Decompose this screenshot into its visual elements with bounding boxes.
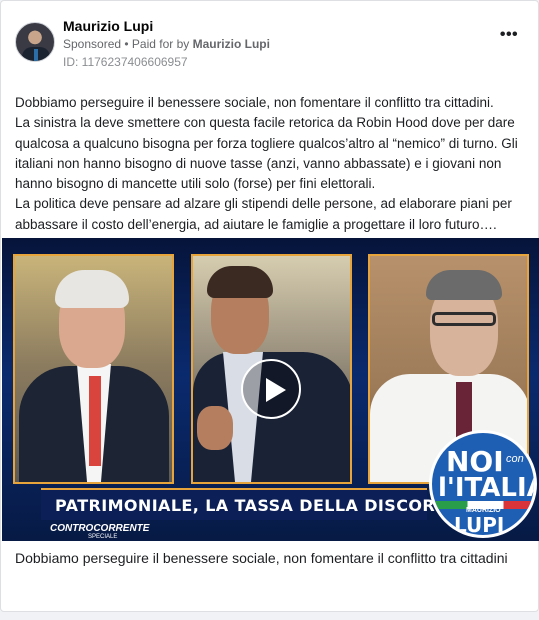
post-text-line: Dobbiamo perseguire il benessere sociale…: [15, 95, 494, 110]
post-text-line: La politica deve pensare ad alzare gli s…: [15, 196, 512, 232]
paid-for-prefix: Paid for by: [131, 37, 193, 51]
author-avatar[interactable]: [15, 22, 55, 62]
logo-lupi: LUPI: [454, 513, 505, 537]
figure-hair: [207, 266, 273, 298]
post-text-line: La sinistra la deve smettere con questa …: [15, 115, 518, 192]
figure-hand: [197, 406, 233, 450]
ad-post-card: Maurizio Lupi Sponsored • Paid for by Ma…: [0, 0, 539, 612]
show-name: CONTROCORRENTE: [50, 523, 150, 534]
post-text: Dobbiamo perseguire il benessere sociale…: [15, 93, 527, 235]
play-icon[interactable]: [241, 359, 301, 419]
video-caption[interactable]: Dobbiamo perseguire il benessere sociale…: [15, 549, 527, 568]
video-panel-guest-left: [13, 254, 174, 484]
author-name[interactable]: Maurizio Lupi: [63, 18, 153, 34]
figure-glasses: [432, 312, 496, 326]
video-banner: PATRIMONIALE, LA TASSA DELLA DISCORDIA: [41, 488, 467, 520]
party-logo: NOI con l'ITALIA MAURIZIO LUPI: [429, 430, 537, 538]
logo-italia: l'ITALIA: [438, 473, 537, 503]
meta-separator: •: [121, 37, 132, 51]
logo-con: con: [506, 453, 524, 465]
sponsored-meta: Sponsored • Paid for by Maurizio Lupi: [63, 37, 270, 51]
play-triangle: [266, 378, 286, 402]
figure-tie: [89, 376, 101, 466]
paid-for-name[interactable]: Maurizio Lupi: [193, 37, 270, 51]
more-horizontal-icon[interactable]: •••: [497, 27, 521, 44]
figure-hair: [426, 270, 502, 300]
sponsored-label: Sponsored: [63, 37, 122, 51]
video-banner-text: PATRIMONIALE, LA TASSA DELLA DISCORDIA: [55, 496, 468, 515]
video-player[interactable]: PATRIMONIALE, LA TASSA DELLA DISCORDIA C…: [2, 238, 539, 541]
post-header: Maurizio Lupi Sponsored • Paid for by Ma…: [15, 18, 525, 74]
ad-id: ID: 1176237406606957: [63, 55, 188, 69]
show-subtitle: SPECIALE: [88, 534, 118, 540]
avatar-tie: [34, 49, 38, 61]
figure-hair: [55, 270, 129, 308]
